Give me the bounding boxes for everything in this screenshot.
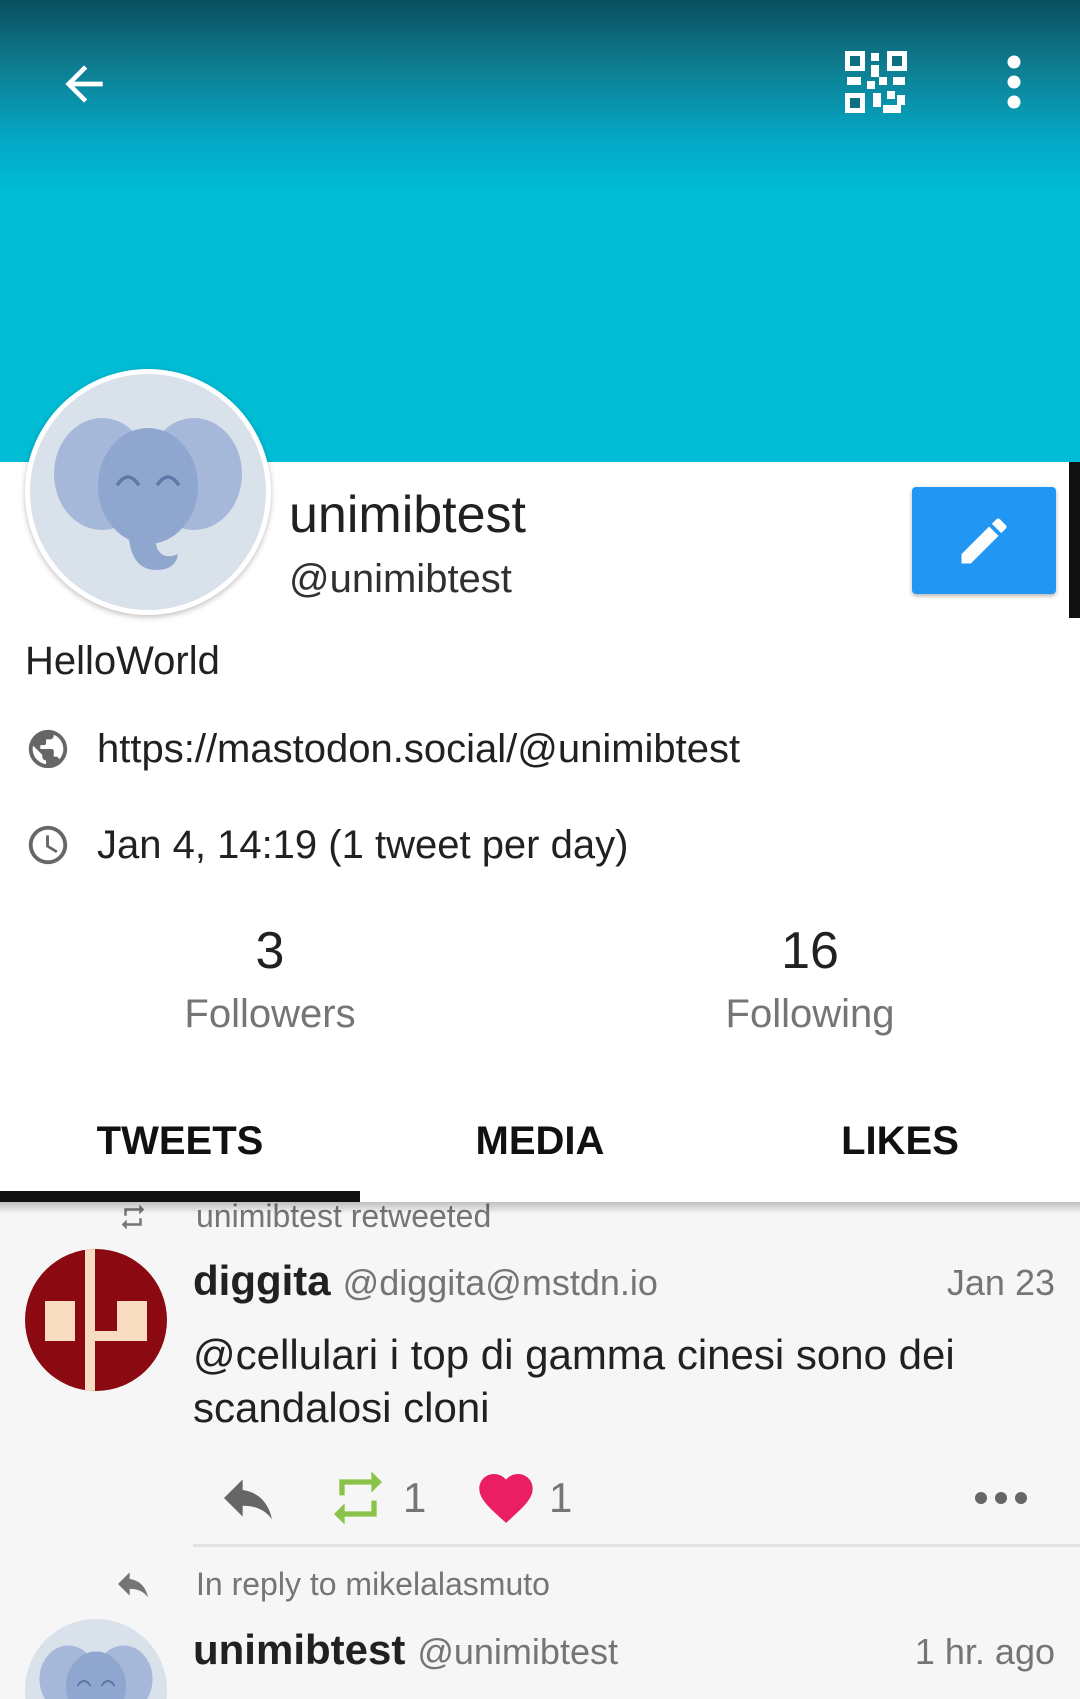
followers-stat[interactable]: 3 Followers <box>70 920 470 1042</box>
profile-website-link[interactable]: https://mastodon.social/@unimibtest <box>97 723 740 775</box>
edit-profile-button[interactable] <box>912 487 1056 594</box>
post2-header: unimibtest @unimibtest 1 hr. ago <box>193 1626 1055 1674</box>
following-stat[interactable]: 16 Following <box>610 920 1010 1042</box>
qr-code-button[interactable] <box>840 46 912 118</box>
like-count: 1 <box>549 1474 573 1521</box>
more-vertical-icon <box>1007 55 1021 109</box>
profile-joined-text: Jan 4, 14:19 (1 tweet per day) <box>97 823 629 867</box>
diggita-logo-icon <box>25 1249 167 1391</box>
followers-label: Followers <box>184 992 356 1036</box>
post-avatar[interactable] <box>25 1249 167 1391</box>
pencil-icon <box>961 517 1007 563</box>
following-label: Following <box>725 992 895 1036</box>
elephant-avatar-icon <box>39 1645 153 1699</box>
reply-icon <box>118 1572 148 1598</box>
in-reply-to-text: In reply to mikelalasmuto <box>196 1565 550 1602</box>
post2-author-name[interactable]: unimibtest <box>193 1626 405 1674</box>
post2-avatar[interactable] <box>25 1619 167 1699</box>
tab-selected-indicator <box>0 1191 360 1202</box>
retweet-count: 1 <box>403 1474 427 1521</box>
profile-joined-row: Jan 4, 14:19 (1 tweet per day) <box>25 819 628 871</box>
clock-icon <box>28 825 68 865</box>
followers-count: 3 <box>255 922 285 980</box>
profile-avatar[interactable] <box>25 369 271 615</box>
profile-website-row[interactable]: https://mastodon.social/@unimibtest <box>25 723 740 775</box>
qr-code-icon <box>845 51 907 113</box>
heart-icon <box>479 1474 533 1523</box>
profile-tabs: TWEETS MEDIA LIKES <box>0 1080 1080 1202</box>
post-author-username: @diggita@mstdn.io <box>342 1262 658 1303</box>
post-actions: 1 1 <box>193 1460 1055 1540</box>
tweet-feed[interactable]: unimibtest retweeted diggita @diggita@ms… <box>0 1202 1080 1699</box>
post-author-name[interactable]: diggita <box>193 1257 331 1305</box>
more-horizontal-icon <box>975 1492 1027 1504</box>
following-count: 16 <box>781 922 839 980</box>
post-text[interactable]: @cellulari i top di gamma cinesi sono de… <box>193 1328 1053 1434</box>
post2-date: 1 hr. ago <box>914 1631 1055 1672</box>
scroll-edge <box>1069 462 1080 618</box>
in-reply-to-line: In reply to mikelalasmuto <box>110 1564 550 1604</box>
reply-button[interactable] <box>213 1466 283 1530</box>
post-date: Jan 23 <box>946 1262 1055 1303</box>
reply-icon <box>224 1479 272 1520</box>
more-options-button[interactable] <box>990 46 1038 118</box>
arrow-left-icon <box>65 65 103 103</box>
profile-handle: @unimibtest <box>289 557 512 601</box>
profile-display-name: unimibtest <box>289 486 526 544</box>
tab-tweets[interactable]: TWEETS <box>0 1080 360 1202</box>
tabs-shadow <box>0 1202 1080 1214</box>
post-more-button[interactable] <box>971 1466 1031 1530</box>
post-header: diggita @diggita@mstdn.io Jan 23 <box>193 1257 1055 1305</box>
profile-bio: HelloWorld <box>25 639 220 683</box>
tab-likes[interactable]: LIKES <box>720 1080 1080 1202</box>
retweet-icon <box>334 1471 382 1525</box>
globe-icon <box>28 729 68 769</box>
post-divider <box>193 1544 1080 1547</box>
elephant-avatar-icon <box>54 418 242 570</box>
retweet-button[interactable]: 1 <box>323 1466 426 1530</box>
like-button[interactable]: 1 <box>473 1466 572 1530</box>
post2-author-username: @unimibtest <box>417 1631 618 1672</box>
tab-media[interactable]: MEDIA <box>360 1080 720 1202</box>
back-button[interactable] <box>52 52 116 116</box>
